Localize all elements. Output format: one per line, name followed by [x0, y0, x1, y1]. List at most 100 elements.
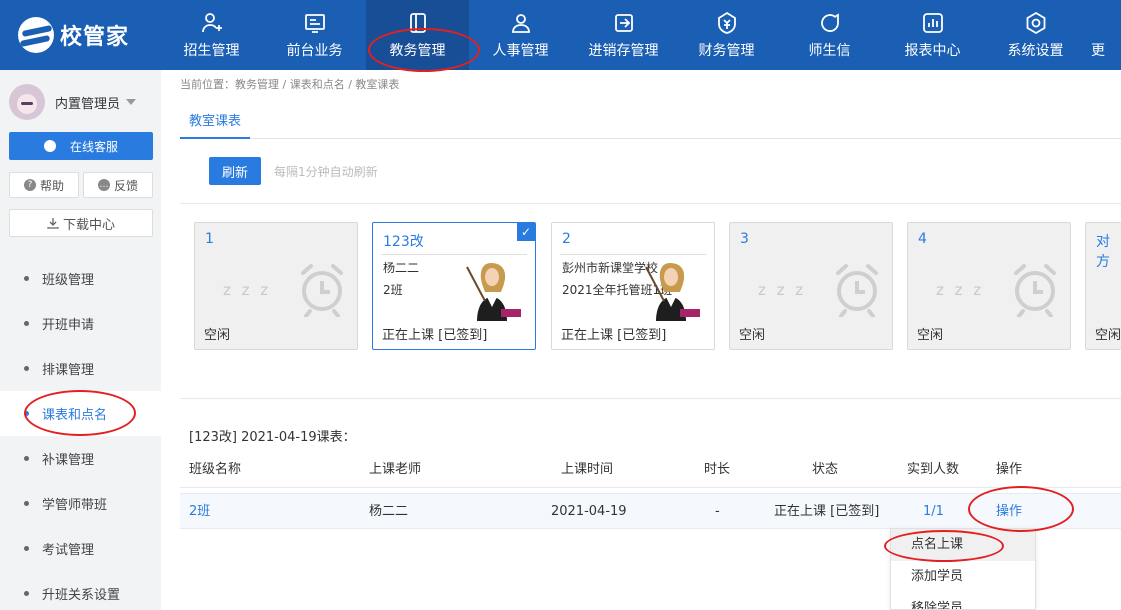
chevron-down-icon: [126, 99, 137, 105]
nav-label: 招生管理: [183, 43, 240, 59]
feedback-button[interactable]: … 反馈: [83, 172, 153, 198]
nav-item-frontdesk[interactable]: 前台业务: [263, 0, 366, 70]
book-icon: [405, 10, 431, 36]
room-card[interactable]: 2 彭州市新课堂学校 2021全年托管班1班 正在上课 [已签到]: [551, 222, 715, 350]
sidebar-item-scheduling[interactable]: 排课管理: [0, 346, 161, 391]
table-row: 2班 杨二二 2021-04-19 - 正在上课 [已签到] 1/1 操作: [180, 493, 1121, 529]
room-number: 1: [205, 231, 214, 247]
nav-label: 系统设置: [1007, 43, 1064, 59]
operation-button[interactable]: 操作: [996, 494, 1022, 530]
room-status: 正在上课 [已签到]: [561, 328, 667, 343]
sidebar-item-tutor-classes[interactable]: 学管师带班: [0, 481, 161, 526]
duration-cell: -: [715, 504, 720, 519]
user-name: 内置管理员: [55, 96, 121, 112]
help-button[interactable]: ? 帮助: [9, 172, 79, 198]
sidebar-item-label: 开班申请: [42, 318, 95, 333]
nav-label: 师生信: [808, 43, 851, 59]
sidebar-item-class-application[interactable]: 开班申请: [0, 301, 161, 346]
nav-item-academic[interactable]: 教务管理: [366, 0, 469, 70]
sidebar-item-makeup-classes[interactable]: 补课管理: [0, 436, 161, 481]
download-center-button[interactable]: 下载中心: [9, 209, 153, 237]
sleep-zzz: z z z: [936, 281, 985, 299]
room-status: 空闲: [204, 328, 231, 343]
download-label: 下载中心: [62, 217, 115, 233]
help-feedback-row: ? 帮助 … 反馈: [9, 172, 153, 198]
nav-item-settings[interactable]: 系统设置: [984, 0, 1087, 70]
bullet-icon: [24, 321, 29, 326]
room-card-selected[interactable]: 123改 ✓ 杨二二 2班 正在上课 [已签到]: [372, 222, 536, 350]
nav-item-finance[interactable]: 财务管理: [675, 0, 778, 70]
nav-item-hr[interactable]: 人事管理: [469, 0, 572, 70]
column-header: 状态: [812, 462, 839, 477]
room-card[interactable]: 4 z z z 空闲: [907, 222, 1071, 350]
question-icon: ?: [23, 179, 36, 191]
menu-item-add-student[interactable]: 添加学员: [891, 561, 1035, 593]
nav-label: 财务管理: [698, 43, 755, 59]
room-number: 3: [740, 231, 749, 247]
refresh-button[interactable]: 刷新: [209, 157, 261, 185]
attendance-link[interactable]: 1/1: [923, 494, 944, 530]
alarm-clock-icon: [1008, 259, 1062, 321]
time-cell: 2021-04-19: [551, 504, 627, 519]
room-card[interactable]: 1 z z z 空闲: [194, 222, 358, 350]
room-number: 对方: [1096, 234, 1110, 270]
tab-bar: 教室课表: [180, 100, 1121, 139]
app-logo[interactable]: 校管家: [0, 0, 160, 70]
nav-label: 前台业务: [286, 43, 343, 59]
chat-icon: [817, 10, 843, 36]
nav-item-more[interactable]: 更: [1087, 0, 1121, 70]
divider: [180, 398, 1121, 399]
room-teacher: 杨二二: [383, 261, 420, 275]
feedback-label: 反馈: [113, 178, 138, 193]
schedule-title: [123改] 2021-04-19课表：: [189, 430, 356, 445]
room-card[interactable]: 3 z z z 空闲: [729, 222, 893, 350]
help-label: 帮助: [39, 178, 64, 193]
nav-item-messages[interactable]: 师生信: [778, 0, 881, 70]
checkmark-icon: ✓: [517, 223, 535, 241]
nav-item-enrollment[interactable]: 招生管理: [160, 0, 263, 70]
teacher-cell: 杨二二: [369, 504, 409, 519]
sidebar-item-promotion-settings[interactable]: 升班关系设置: [0, 571, 161, 610]
divider: [560, 254, 706, 255]
user-plus-icon: [199, 10, 225, 36]
more-icon: [1091, 10, 1117, 36]
sidebar-item-timetable-rollcall[interactable]: 课表和点名: [0, 391, 161, 436]
monitor-icon: [302, 10, 328, 36]
nav-label: 更: [1091, 43, 1105, 59]
table-header: 班级名称 上课老师 上课时间 时长 状态 实到人数 操作: [180, 452, 1121, 488]
alarm-clock-icon: [295, 259, 349, 321]
nav-item-reports[interactable]: 报表中心: [881, 0, 984, 70]
room-status: 正在上课 [已签到]: [382, 328, 488, 343]
column-header: 上课老师: [369, 462, 422, 477]
menu-item-rollcall[interactable]: 点名上课: [891, 529, 1035, 561]
teacher-illustration-icon: [465, 257, 525, 325]
bullet-icon: [24, 276, 29, 281]
online-service-button[interactable]: 在线客服: [9, 132, 153, 160]
avatar: [9, 84, 45, 120]
sidebar-item-label: 学管师带班: [42, 498, 108, 513]
room-number: 2: [562, 231, 571, 247]
sleep-zzz: z z z: [223, 281, 272, 299]
logo-mark-icon: [18, 17, 54, 53]
sidebar-item-exams[interactable]: 考试管理: [0, 526, 161, 571]
headset-icon: [43, 140, 56, 152]
user-menu[interactable]: 内置管理员: [9, 84, 137, 120]
sidebar-item-class-management[interactable]: 班级管理: [0, 256, 161, 301]
nav-label: 教务管理: [389, 43, 446, 59]
bullet-icon: [24, 366, 29, 371]
class-name-link[interactable]: 2班: [189, 494, 210, 530]
sidebar-item-label: 班级管理: [42, 273, 95, 288]
menu-item-remove-student[interactable]: 移除学员: [891, 593, 1035, 609]
room-number: 4: [918, 231, 927, 247]
bullet-icon: [24, 456, 29, 461]
column-header: 班级名称: [189, 462, 242, 477]
room-card[interactable]: 对方 空闲: [1085, 222, 1121, 350]
divider: [180, 203, 1121, 204]
nav-item-inventory[interactable]: 进销存管理: [572, 0, 675, 70]
tab-classroom-timetable[interactable]: 教室课表: [180, 100, 251, 139]
online-service-label: 在线客服: [69, 139, 118, 154]
nav-label: 人事管理: [492, 43, 549, 59]
operation-dropdown: 点名上课 添加学员 移除学员: [890, 528, 1036, 610]
sidebar-menu: 班级管理 开班申请 排课管理 课表和点名 补课管理 学管师带班 考试管理 升班关…: [0, 256, 161, 610]
report-icon: [920, 10, 946, 36]
